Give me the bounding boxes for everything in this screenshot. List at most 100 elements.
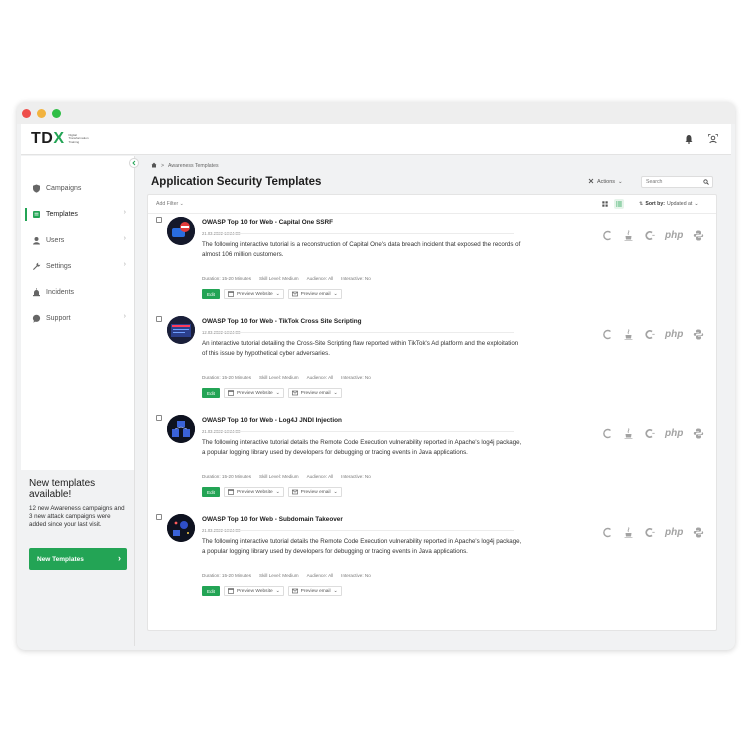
breadcrumb-current[interactable]: Awareness Templates bbox=[168, 163, 219, 169]
alarm-icon bbox=[32, 287, 41, 297]
template-title[interactable]: OWASP Top 10 for Web - Log4J JNDI Inject… bbox=[202, 417, 342, 424]
template-checkbox[interactable] bbox=[156, 415, 162, 421]
sidebar-item-campaigns[interactable]: Campaigns bbox=[21, 175, 134, 201]
php-icon: php bbox=[665, 230, 684, 241]
sidebar-nav: Campaigns Templates › Users › Settings › Incide… bbox=[21, 175, 134, 331]
cpp-icon bbox=[644, 428, 655, 439]
skill-label: Skill Level: Medium bbox=[259, 474, 299, 479]
skill-label: Skill Level: Medium bbox=[259, 276, 299, 281]
divider bbox=[214, 530, 514, 531]
php-icon: php bbox=[665, 527, 684, 538]
sidebar-item-label: Incidents bbox=[46, 288, 75, 296]
sidebar-item-templates[interactable]: Templates › bbox=[21, 201, 134, 227]
user-icon[interactable] bbox=[707, 133, 719, 145]
template-row: OWASP Top 10 for Web - Log4J JNDI Inject… bbox=[148, 402, 718, 500]
app-window: TDX Digital Transformation Training Camp… bbox=[17, 102, 735, 650]
template-description: The following interactive tutorial detai… bbox=[202, 439, 522, 456]
sidebar-item-label: Users bbox=[46, 236, 65, 244]
new-templates-promo: New templates available! 12 new Awarenes… bbox=[21, 470, 134, 646]
template-meta: Duration: 15-20 Minutes Skill Level: Medi… bbox=[202, 375, 371, 380]
php-icon: php bbox=[665, 329, 684, 340]
actions-dropdown[interactable]: Actions ⌄ bbox=[588, 178, 623, 186]
preview-email-button[interactable]: Preview email ⌄ bbox=[287, 487, 342, 497]
python-icon bbox=[693, 329, 704, 340]
edit-button[interactable]: Edit bbox=[202, 586, 220, 596]
preview-website-button[interactable]: Preview Website ⌄ bbox=[224, 586, 284, 596]
chevron-right-icon: › bbox=[123, 235, 126, 242]
template-thumbnail bbox=[167, 514, 195, 542]
chevron-down-icon: ⌄ bbox=[333, 588, 338, 594]
sidebar-item-incidents[interactable]: Incidents bbox=[21, 279, 134, 305]
skill-label: Skill Level: Medium bbox=[259, 375, 299, 380]
browser-icon bbox=[228, 588, 234, 594]
promo-text: 12 new Awareness campaigns and 3 new att… bbox=[29, 505, 125, 528]
logo-subtitle: Digital Transformation Training bbox=[68, 132, 89, 144]
template-checkbox[interactable] bbox=[156, 316, 162, 322]
sidebar-item-settings[interactable]: Settings › bbox=[21, 253, 134, 279]
browser-icon bbox=[228, 390, 234, 396]
interactive-label: Interactive: No bbox=[341, 276, 371, 281]
template-checkbox[interactable] bbox=[156, 514, 162, 520]
window-titlebar bbox=[17, 102, 735, 124]
template-meta: Duration: 15-20 Minutes Skill Level: Medi… bbox=[202, 573, 371, 578]
minimize-window-button[interactable] bbox=[37, 108, 46, 118]
dotnet-icon bbox=[602, 527, 613, 538]
preview-email-button[interactable]: Preview email ⌄ bbox=[287, 289, 342, 299]
app-header: TDX Digital Transformation Training bbox=[21, 124, 731, 155]
template-title[interactable]: OWASP Top 10 for Web - TikTok Cross Site… bbox=[202, 318, 362, 325]
chevron-down-icon: ⌄ bbox=[275, 390, 280, 396]
python-icon bbox=[693, 230, 704, 241]
template-row: OWASP Top 10 for Web - Capital One SSRF 2… bbox=[148, 204, 718, 302]
preview-email-button[interactable]: Preview email ⌄ bbox=[287, 586, 342, 596]
close-window-button[interactable] bbox=[22, 108, 31, 118]
preview-website-button[interactable]: Preview Website ⌄ bbox=[224, 487, 284, 497]
interactive-label: Interactive: No bbox=[341, 375, 371, 380]
template-meta: Duration: 15-20 Minutes Skill Level: Medi… bbox=[202, 474, 371, 479]
audience-label: Audience: All bbox=[306, 573, 334, 578]
preview-email-button[interactable]: Preview email ⌄ bbox=[287, 388, 342, 398]
sidebar-item-users[interactable]: Users › bbox=[21, 227, 134, 253]
sidebar-item-support[interactable]: Support › bbox=[21, 305, 134, 331]
template-thumbnail bbox=[167, 217, 195, 245]
php-icon: php bbox=[665, 428, 684, 439]
duration-label: Duration: 15-20 Minutes bbox=[202, 474, 252, 479]
maximize-window-button[interactable] bbox=[52, 108, 61, 118]
tdx-logo[interactable]: TDX Digital Transformation Training bbox=[31, 130, 91, 148]
audience-label: Audience: All bbox=[306, 375, 334, 380]
template-title[interactable]: OWASP Top 10 for Web - Subdomain Takeove… bbox=[202, 516, 343, 523]
bell-icon[interactable] bbox=[683, 133, 695, 145]
preview-website-button[interactable]: Preview Website ⌄ bbox=[224, 388, 284, 398]
java-icon bbox=[623, 428, 634, 439]
template-meta: Duration: 15-20 Minutes Skill Level: Medi… bbox=[202, 276, 371, 281]
chevron-right-icon: › bbox=[123, 313, 126, 320]
edit-button[interactable]: Edit bbox=[202, 289, 220, 299]
dotnet-icon bbox=[602, 428, 613, 439]
new-templates-button[interactable]: New Templates › bbox=[29, 548, 127, 570]
preview-website-button[interactable]: Preview Website ⌄ bbox=[224, 289, 284, 299]
breadcrumb-separator: > bbox=[161, 163, 165, 169]
collapse-sidebar-button[interactable] bbox=[129, 158, 139, 168]
duration-label: Duration: 15-20 Minutes bbox=[202, 573, 252, 578]
edit-button[interactable]: Edit bbox=[202, 388, 220, 398]
promo-title: New templates available! bbox=[29, 478, 96, 500]
chat-icon bbox=[32, 314, 41, 323]
chevron-down-icon: ⌄ bbox=[275, 489, 280, 495]
edit-button[interactable]: Edit bbox=[202, 487, 220, 497]
templates-icon bbox=[32, 210, 41, 219]
email-icon bbox=[291, 489, 298, 495]
breadcrumb: > Awareness Templates bbox=[151, 162, 219, 170]
search-input[interactable]: Search bbox=[641, 176, 713, 188]
home-icon[interactable] bbox=[151, 162, 157, 170]
interactive-label: Interactive: No bbox=[341, 474, 371, 479]
duration-label: Duration: 15-20 Minutes bbox=[202, 276, 252, 281]
audience-label: Audience: All bbox=[306, 474, 334, 479]
browser-icon bbox=[228, 291, 234, 297]
template-checkbox[interactable] bbox=[156, 217, 162, 223]
chevron-down-icon: ⌄ bbox=[333, 291, 338, 297]
language-icons: php bbox=[602, 329, 704, 340]
template-row: OWASP Top 10 for Web - Subdomain Takeove… bbox=[148, 501, 718, 599]
cpp-icon bbox=[644, 230, 655, 241]
template-title[interactable]: OWASP Top 10 for Web - Capital One SSRF bbox=[202, 219, 333, 226]
divider bbox=[214, 332, 514, 333]
template-row: OWASP Top 10 for Web - TikTok Cross Site… bbox=[148, 303, 718, 401]
